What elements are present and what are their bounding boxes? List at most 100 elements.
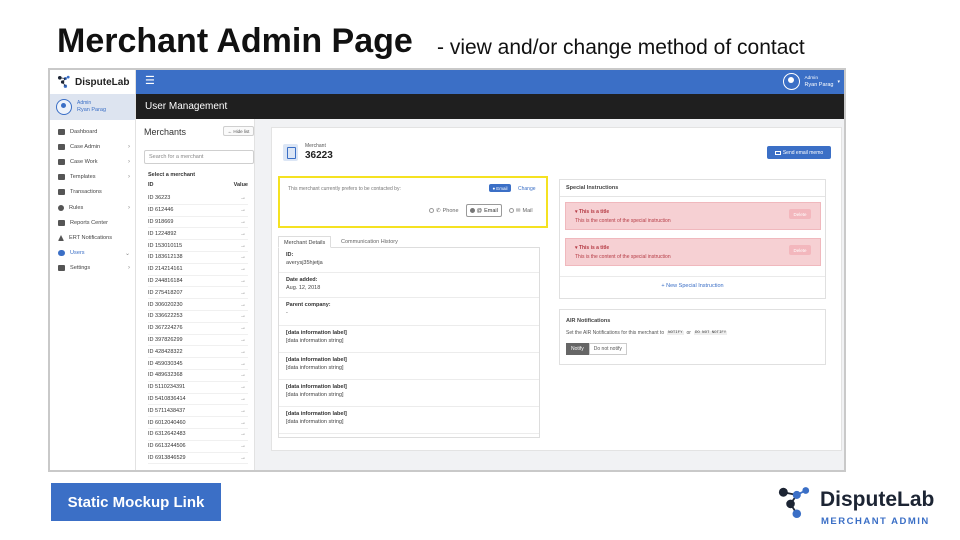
arrow-right-icon: →: [240, 372, 246, 379]
merchant-list-item[interactable]: ID 153010115 →: [148, 240, 248, 252]
detail-row: Parent company: -: [279, 298, 539, 326]
merchant-rows: ID 36223 → ID 612446 → ID 918669 → ID 1224892 →…: [148, 193, 248, 465]
chevron-icon: ›: [128, 204, 130, 211]
contact-option-email[interactable]: @ Email: [465, 204, 502, 217]
merchant-list-item[interactable]: ID 918669 →: [148, 217, 248, 229]
new-special-instruction-button[interactable]: + New Special Instruction: [560, 276, 825, 289]
merchant-id-cell: ID 336622253: [148, 313, 183, 320]
merchant-id-cell: ID 367224276: [148, 325, 183, 332]
merchant-list-item[interactable]: ID 367224276 →: [148, 323, 248, 335]
arrow-right-icon: →: [240, 195, 246, 202]
sidebar-item-transactions[interactable]: Transactions: [50, 185, 135, 200]
merchant-list-item[interactable]: ID 6312642483 →: [148, 429, 248, 441]
merchant-id-cell: ID 275418207: [148, 289, 183, 296]
do-not-notify-button[interactable]: Do not notify: [588, 343, 627, 355]
merchant-list-item[interactable]: ID 5410836414 →: [148, 394, 248, 406]
merchant-list-item[interactable]: ID 6613244506 →: [148, 441, 248, 453]
contact-option-phone[interactable]: ✆ Phone: [426, 204, 462, 217]
merchant-list-item[interactable]: ID 244816184 →: [148, 276, 248, 288]
arrow-right-icon: →: [240, 207, 246, 214]
arrow-right-icon: →: [240, 325, 246, 332]
merchant-list-item[interactable]: ID 489632368 →: [148, 370, 248, 382]
contact-option-mail[interactable]: ✉ Mail: [506, 204, 536, 217]
delete-button[interactable]: Delete: [789, 245, 811, 255]
sidebar-item-settings[interactable]: Settings ›: [50, 261, 135, 276]
contact-prompt: This merchant currently prefers to be co…: [288, 186, 401, 192]
detail-value: [data information string]: [286, 419, 344, 425]
detail-row: ID: averysj35hjetja: [279, 248, 539, 273]
gear-icon: [58, 204, 64, 211]
merchant-list-item[interactable]: ID 183612138 →: [148, 252, 248, 264]
detail-row: [data information label] [data informatio…: [279, 407, 539, 434]
top-user-menu[interactable]: Admin Ryan Parag ▾: [783, 73, 840, 90]
merchant-details-list: ID: averysj35hjetja Date added: Aug. 12, 20…: [278, 248, 540, 438]
brand-name: DisputeLab: [820, 488, 935, 511]
sidebar-user-name: Ryan Parag: [77, 107, 107, 113]
section-title: User Management: [145, 101, 228, 112]
merchant-list-panel: Merchants ← Hide list Select a merchant …: [136, 119, 255, 470]
arrow-right-icon: →: [240, 266, 246, 273]
change-contact-link[interactable]: Change: [518, 186, 536, 192]
chevron-icon: ›: [128, 174, 130, 181]
merchant-list-item[interactable]: ID 275418207 →: [148, 287, 248, 300]
merchant-list-item[interactable]: ID 397826299 →: [148, 335, 248, 347]
sidebar-item-dashboard[interactable]: Dashboard: [50, 124, 135, 139]
merchant-list-item[interactable]: ID 336622253 →: [148, 311, 248, 323]
merchant-list-item[interactable]: ID 306020230 →: [148, 299, 248, 311]
radio-icon: [508, 208, 514, 213]
warning-icon: [58, 234, 64, 241]
static-mockup-link-button[interactable]: Static Mockup Link: [51, 483, 221, 521]
sidebar-item-case-admin[interactable]: Case Admin ›: [50, 139, 135, 154]
merchant-list-item[interactable]: ID 428428322 →: [148, 346, 248, 359]
merchant-list-item[interactable]: ID 1224892 →: [148, 228, 248, 241]
notify-button[interactable]: Notify: [566, 343, 589, 355]
merchant-list-item[interactable]: ID 214214161 →: [148, 264, 248, 276]
alert-title: ▾ This is a title: [575, 245, 610, 251]
sidebar-item-templates[interactable]: Templates ›: [50, 170, 135, 185]
sidebar-item-users[interactable]: Users ⌄: [50, 246, 135, 261]
document-icon: [58, 219, 65, 226]
sidebar-item-ert-notifications[interactable]: ERT Notifications: [50, 230, 135, 245]
sliders-icon: [58, 265, 65, 272]
app-brand[interactable]: DisputeLab: [50, 70, 135, 94]
alert-title: ▾ This is a title: [575, 209, 610, 215]
sidebar-item-reports-center[interactable]: Reports Center: [50, 215, 135, 230]
detail-row: [data information label] [data informatio…: [279, 380, 539, 407]
detail-value: averysj35hjetja: [286, 260, 323, 266]
code-notify: NOTIFY: [667, 331, 684, 335]
sidebar-item-rules[interactable]: Rules ›: [50, 200, 135, 215]
merchant-id-cell: ID 5711438437: [148, 407, 186, 414]
slide-title: Merchant Admin Page: [57, 22, 413, 60]
special-instruction-alert: ▾ This is a title This is the content of…: [565, 202, 821, 230]
disputelab-logo-icon: [778, 487, 810, 519]
delete-button[interactable]: Delete: [789, 209, 811, 219]
left-sidebar: DisputeLab Admin Ryan Parag Dashboard Ca…: [50, 70, 136, 470]
special-instructions-title: Special Instructions: [566, 185, 619, 191]
merchant-list-item[interactable]: ID 6913846529 →: [148, 453, 248, 465]
sidebar-item-case-work[interactable]: Case Work ›: [50, 154, 135, 169]
merchant-list-item[interactable]: ID 459030345 →: [148, 358, 248, 370]
merchant-list-item[interactable]: ID 612446 →: [148, 205, 248, 217]
top-user-role: Admin: [804, 75, 819, 81]
merchant-list-item[interactable]: ID 5711438437 →: [148, 405, 248, 418]
detail-value: [data information string]: [286, 365, 344, 371]
merchant-id-cell: ID 428428322: [148, 348, 183, 355]
tab-communication-history[interactable]: Communication History: [336, 236, 403, 248]
check-square-icon: [58, 158, 65, 165]
tab-merchant-details[interactable]: Merchant Details: [278, 236, 332, 248]
merchant-id-cell: ID 612446: [148, 207, 174, 214]
sidebar-user[interactable]: Admin Ryan Parag: [50, 94, 135, 120]
merchant-list-item[interactable]: ID 36223 →: [148, 193, 248, 205]
contact-method-box: This merchant currently prefers to be co…: [278, 176, 548, 228]
send-email-memo-button[interactable]: Send email memo: [767, 146, 831, 159]
merchant-list-item[interactable]: ID 6012040460 →: [148, 417, 248, 429]
hamburger-menu-icon[interactable]: ☰: [145, 76, 155, 87]
merchant-id-cell: ID 183612138: [148, 254, 183, 261]
detail-label: [data information label]: [286, 357, 347, 363]
top-user-name: Ryan Parag: [804, 81, 834, 88]
merchant-list-item[interactable]: ID 5110234391 →: [148, 382, 248, 394]
arrow-right-icon: →: [240, 313, 246, 320]
hide-list-button[interactable]: ← Hide list: [223, 126, 254, 136]
code-do-not-notify: DO NOT NOTIFY: [693, 331, 728, 335]
merchant-search-input[interactable]: [144, 150, 254, 164]
